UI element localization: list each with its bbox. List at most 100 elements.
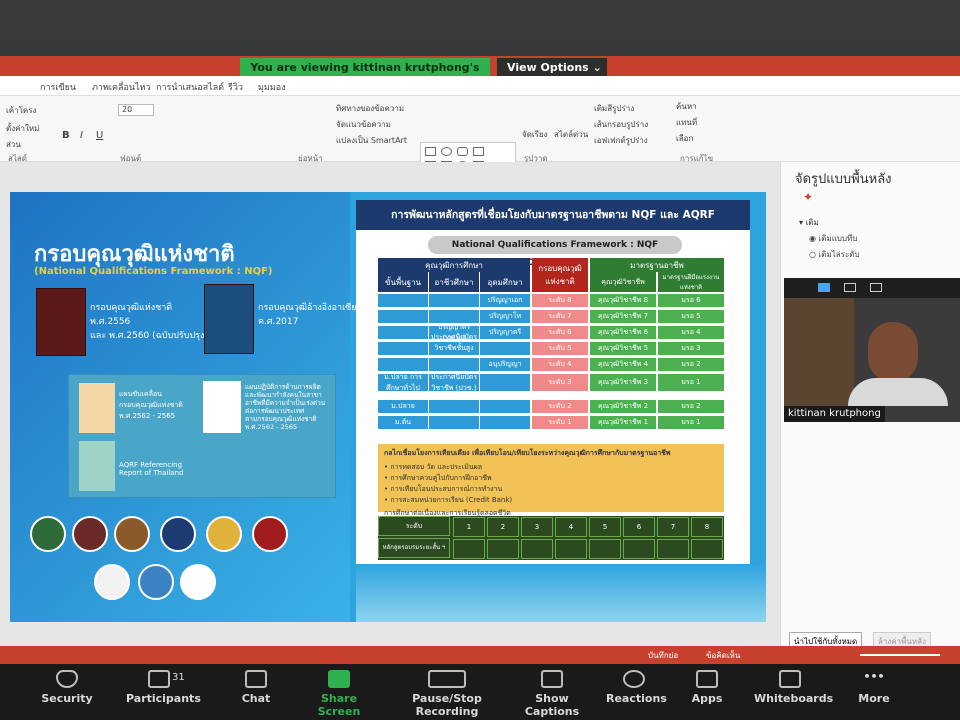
solid-fill-label: เติมแบบทึบ (818, 234, 858, 243)
dashboard-pill: National Qualifications Framework : NQF … (428, 236, 682, 268)
captions-button[interactable]: Show Captions (512, 670, 592, 718)
share-screen-button[interactable]: Share Screen (302, 670, 376, 718)
reactions-label: Reactions (606, 692, 667, 705)
whiteboards-button[interactable]: Whiteboards (754, 670, 833, 705)
speaker-view-icon[interactable] (818, 283, 830, 292)
tab-review[interactable]: รีวิว (228, 80, 243, 94)
ppt-tab-bar: การเขียน ภาพเคลื่อนไหว การนำเสนอสไลด์ รี… (0, 76, 960, 96)
paint-bucket-icon[interactable]: ✦ (803, 190, 813, 204)
more-button[interactable]: ••• More (858, 670, 890, 705)
replace-button[interactable]: แทนที่ (676, 116, 697, 129)
underline-button[interactable]: U (96, 130, 103, 141)
org-seal-5 (206, 516, 242, 552)
scale-number-cell: 5 (589, 517, 621, 537)
text-direction-button[interactable]: ทิศทางของข้อความ (336, 102, 404, 115)
layout-button[interactable]: เค้าโครง (6, 104, 36, 117)
org-seal-7 (94, 564, 130, 600)
tab-slideshow[interactable]: การนำเสนอสไลด์ (156, 80, 224, 94)
arrange-button[interactable]: จัดเรียง (522, 128, 548, 141)
smartart-button[interactable]: แปลงเป็น SmartArt (336, 134, 407, 147)
share-screen-icon (328, 670, 350, 688)
scale-blank-cell (691, 539, 723, 559)
chat-button[interactable]: Chat (236, 670, 276, 705)
scale-blank-cell (487, 539, 519, 559)
shape-fill-button[interactable]: เติมสีรูปร่าง (594, 102, 634, 115)
org-seal-6 (252, 516, 288, 552)
scale-label: ระดับ (378, 516, 450, 536)
plan-right-line-5: ตามกรอบคุณวุฒิแห่งชาติ (245, 415, 317, 423)
nqf-level-cell: ระดับ 2 (532, 400, 588, 413)
plan-right-line-2: และพัฒนากำลังคนในสาขา (245, 391, 322, 399)
zoom-slider[interactable] (860, 654, 940, 656)
share-screen-label: Share Screen (317, 692, 361, 718)
linkage-note: กลไกเชื่อมโยงการเทียบเคียง เพื่อเทียบโอน… (378, 444, 724, 517)
chat-label: Chat (241, 692, 271, 705)
video-toolbar (784, 278, 960, 298)
note-item-1: การทดสอบ วัด และประเมินผล (390, 463, 483, 471)
bold-button[interactable]: B (62, 130, 70, 141)
grid-view-icon[interactable] (870, 283, 882, 292)
people-icon (148, 670, 170, 688)
higher-cell: อนุปริญญา (480, 358, 530, 371)
gradient-fill-radio[interactable]: ○ เติมไล่ระดับ (809, 248, 860, 261)
note-item: • การสะสมหน่วยการเรียน (Credit Bank) (384, 496, 513, 504)
scale-number-cell: 4 (555, 517, 587, 537)
apps-button[interactable]: Apps (690, 670, 724, 705)
book2-line-2: ค.ศ.2017 (258, 317, 299, 327)
recording-button[interactable]: Pause/Stop Recording (388, 670, 506, 718)
higher-cell (480, 374, 530, 391)
header-professional: มาตรฐานอาชีพ (590, 258, 724, 272)
security-label: Security (41, 692, 93, 705)
reactions-button[interactable]: Reactions (606, 670, 667, 705)
line-shape-icon[interactable] (473, 147, 484, 156)
higher-cell (480, 416, 530, 429)
apps-label: Apps (691, 692, 723, 705)
fill-section[interactable]: ▾ เติม (799, 216, 819, 229)
vocational-cell (429, 416, 479, 429)
basic-cell (378, 342, 428, 355)
quick-styles-button[interactable]: สไตล์ด่วน (554, 128, 588, 141)
cc-icon (541, 670, 563, 688)
view-options-button[interactable]: View Options ⌄ (497, 58, 607, 78)
apps-icon (696, 670, 718, 688)
level-scale: ระดับ หลักสูตรอบรมระยะสั้น ฯ 12345678 (378, 516, 724, 560)
tab-animation[interactable]: ภาพเคลื่อนไหว (92, 80, 151, 94)
format-pane-title: จัดรูปแบบพื้นหลัง (795, 172, 892, 187)
nqf-level-cell: ระดับ 5 (532, 342, 588, 355)
participant-name: kittinan krutphong (784, 406, 885, 422)
rect-shape-icon[interactable] (425, 147, 436, 156)
tab-view[interactable]: มุมมอง (258, 80, 286, 94)
security-button[interactable]: Security (40, 670, 94, 705)
reset-button[interactable]: ตั้งค่าใหม่ (6, 122, 39, 135)
book1-line-2: พ.ศ.2556 (90, 317, 131, 327)
video-tile[interactable]: kittinan krutphong (784, 278, 960, 422)
italic-button[interactable]: I (80, 130, 83, 141)
scale-number-cell: 2 (487, 517, 519, 537)
ppt-status-bar: บันทึกย่อ ข้อคิดเห็น (0, 646, 960, 664)
oval-shape-icon[interactable] (441, 147, 452, 156)
font-size-box[interactable]: 20 (118, 104, 154, 116)
notes-button[interactable]: บันทึกย่อ (648, 649, 678, 662)
tab-write[interactable]: การเขียน (40, 80, 76, 94)
pro-level-cell: คุณวุฒิวิชาชีพ 8 (590, 294, 656, 307)
plan-right-line-1: แผนปฏิบัติการด้านการผลิต (245, 383, 321, 391)
solid-fill-radio[interactable]: ◉ เติมแบบทึบ (809, 232, 857, 245)
find-button[interactable]: ค้นหา (676, 100, 697, 113)
nqf-level-cell: ระดับ 1 (532, 416, 588, 429)
gallery-view-icon[interactable] (844, 283, 856, 292)
section-button[interactable]: ส่วน (6, 138, 21, 151)
shape-effects-button[interactable]: เอฟเฟกต์รูปร่าง (594, 134, 648, 147)
comments-button[interactable]: ข้อคิดเห็น (706, 649, 740, 662)
higher-cell: ปริญญาตรี (480, 326, 530, 339)
rounded-rect-icon[interactable] (457, 147, 468, 156)
align-text-button[interactable]: จัดแนวข้อความ (336, 118, 391, 131)
skill-level-cell: มรอ 1 (658, 374, 724, 391)
plan-right-line-3: อาชีพที่มีความจำเป็นเร่งด่วน (245, 399, 326, 407)
shape-outline-button[interactable]: เส้นกรอบรูปร่าง (594, 118, 648, 131)
plan-document-image (79, 383, 115, 433)
skill-level-cell: มรอ 4 (658, 326, 724, 339)
select-button[interactable]: เลือก (676, 132, 693, 145)
scale-row2-label: หลักสูตรอบรมระยะสั้น ฯ (378, 538, 450, 558)
plan-left-text: แผนขับเคลื่อน กรอบคุณวุฒิแห่งชาติ พ.ศ.25… (119, 389, 183, 422)
bookshelf-background (784, 298, 854, 406)
